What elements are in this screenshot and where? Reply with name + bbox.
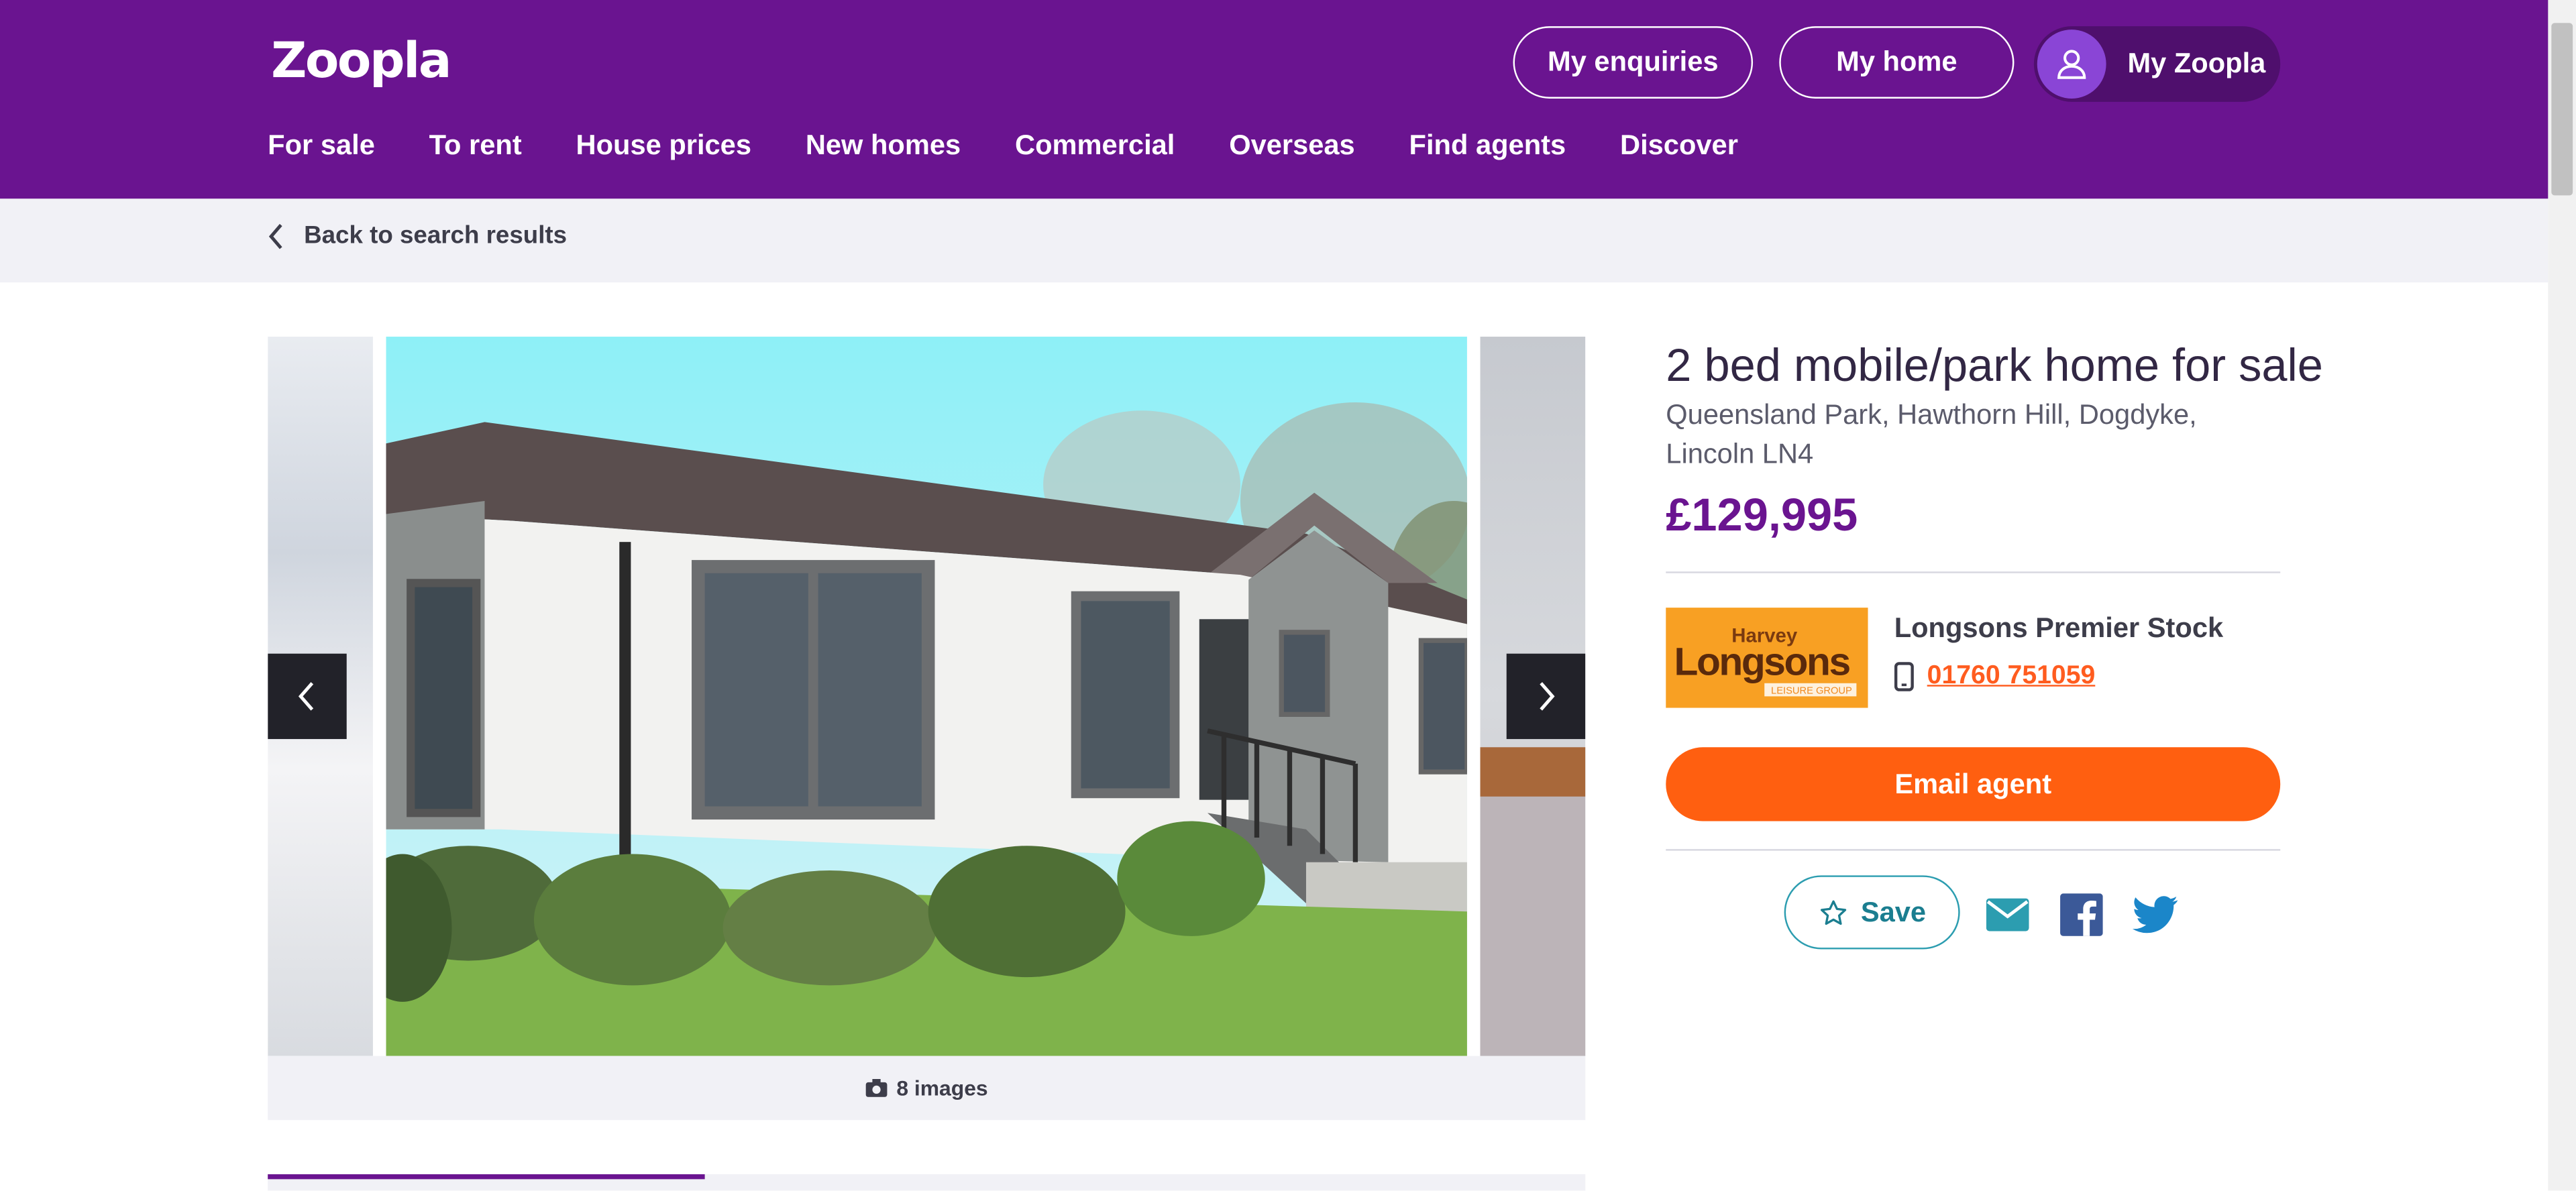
email-agent-button[interactable]: Email agent [1666,747,2281,821]
back-to-results-link[interactable]: Back to search results [268,221,568,250]
agent-phone-number: 01760 751059 [1927,661,2096,690]
divider [1666,849,2281,851]
nav-to-rent[interactable]: To rent [429,129,522,162]
share-twitter-icon[interactable] [2132,892,2179,938]
my-zoopla-button[interactable]: My Zoopla [2033,26,2281,102]
listing-price: £129,995 [1666,489,1858,541]
gallery-prev-button[interactable] [268,653,347,740]
my-enquiries-button[interactable]: My enquiries [1513,26,1754,99]
divider [1666,571,2281,573]
scrollbar-thumb[interactable] [2551,23,2573,196]
my-home-button[interactable]: My home [1779,26,2015,99]
nav-new-homes[interactable]: New homes [806,129,961,162]
chevron-left-icon [298,682,314,711]
user-icon [2037,30,2106,99]
main-nav: For sale To rent House prices New homes … [268,129,1738,162]
address-line-2: Lincoln LN4 [1666,438,1814,470]
mobile-phone-icon [1894,662,1914,691]
back-label: Back to search results [304,221,568,250]
image-count-label: 8 images [896,1076,988,1100]
save-button[interactable]: Save [1784,875,1960,950]
listing-address: Queensland Park, Hawthorn Hill, Dogdyke,… [1666,396,2257,475]
gallery-next-button[interactable] [1506,653,1586,740]
agent-logo-main-text: Longsons [1674,640,1850,684]
star-icon [1820,899,1846,924]
agent-logo-sub-text: LEISURE GROUP [1771,686,1852,697]
nav-overseas[interactable]: Overseas [1229,129,1355,162]
share-email-icon[interactable] [1984,892,2031,938]
agent-logo[interactable]: Harvey Longsons LEISURE GROUP [1666,608,1868,708]
agent-phone-link[interactable]: 01760 751059 [1894,661,2096,691]
zoopla-logo[interactable]: Zoopla [271,33,451,91]
image-gallery [268,337,1586,1056]
my-zoopla-label: My Zoopla [2127,48,2266,79]
address-line-1: Queensland Park, Hawthorn Hill, Dogdyke, [1666,399,2197,431]
nav-for-sale[interactable]: For sale [268,129,375,162]
agent-name[interactable]: Longsons Premier Stock [1894,612,2223,645]
content-tabs [268,1174,1586,1191]
listing-title: 2 bed mobile/park home for sale [1666,339,2323,391]
page: Zoopla My enquiries My home My Zoopla Fo… [0,0,2576,1191]
chevron-left-icon [268,223,282,249]
camera-icon [865,1078,887,1097]
main-property-photo[interactable] [386,337,1467,1056]
nav-house-prices[interactable]: House prices [576,129,751,162]
share-facebook-icon[interactable] [2059,892,2105,938]
site-header: Zoopla My enquiries My home My Zoopla Fo… [0,0,2548,199]
save-label: Save [1860,895,1927,927]
active-tab-indicator[interactable] [268,1174,705,1180]
nav-discover[interactable]: Discover [1620,129,1738,162]
image-count-bar[interactable]: 8 images [268,1056,1586,1121]
nav-find-agents[interactable]: Find agents [1409,129,1566,162]
chevron-right-icon [1540,682,1555,711]
nav-commercial[interactable]: Commercial [1015,129,1175,162]
